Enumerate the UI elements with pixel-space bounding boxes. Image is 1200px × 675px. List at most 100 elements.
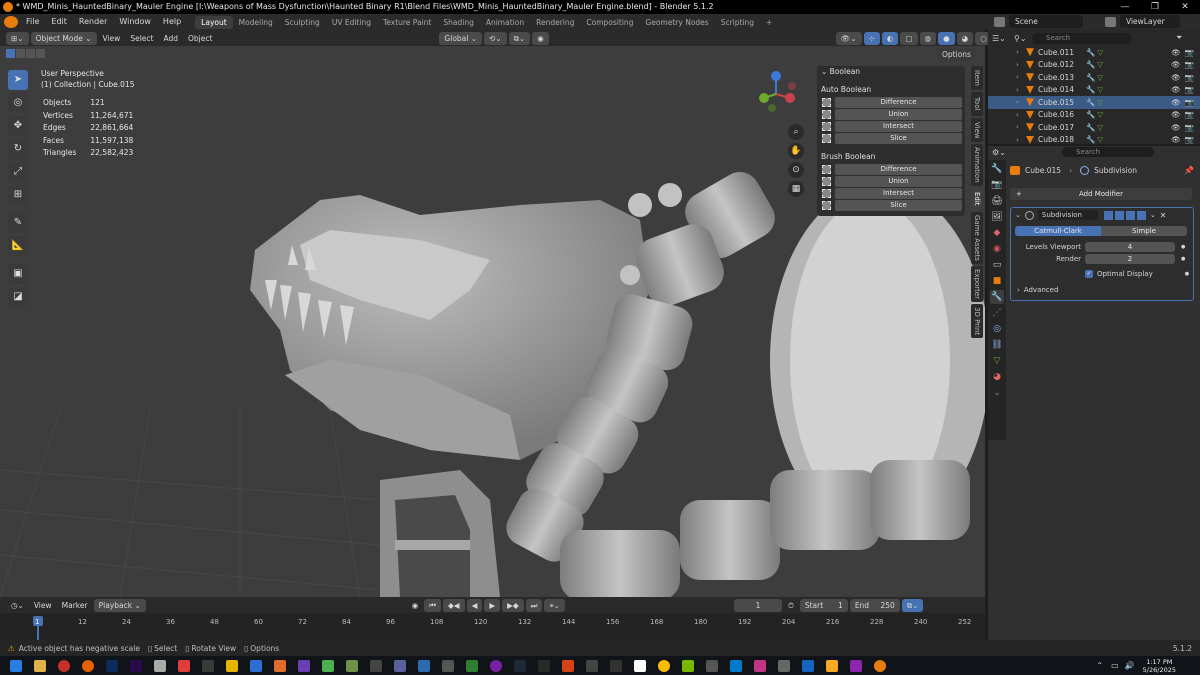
view-layer-tab-icon[interactable]: 🖼 — [990, 210, 1004, 224]
blender-menu-icon[interactable] — [4, 16, 18, 28]
app-icon[interactable] — [154, 659, 166, 672]
funnel-icon[interactable]: ⏷ — [1176, 33, 1182, 43]
camera-icon[interactable]: 📷 — [1185, 123, 1194, 132]
pan-hand-icon[interactable]: ✋ — [788, 143, 804, 159]
editor-type-icon[interactable]: ◷⌄ — [6, 599, 29, 612]
tab-compositing[interactable]: Compositing — [580, 16, 639, 29]
menu-object[interactable]: Object — [183, 32, 217, 45]
cursor-tool-icon[interactable]: ◎ — [8, 93, 28, 113]
premiere-icon[interactable] — [130, 659, 142, 672]
chevron-right-icon[interactable]: › — [1016, 86, 1026, 94]
app-icon[interactable] — [706, 659, 718, 672]
view-layer-selector[interactable]: ViewLayer — [1120, 15, 1180, 28]
boolean-tool-icon[interactable]: ◪ — [8, 287, 28, 307]
app-icon[interactable] — [442, 659, 454, 672]
menu-view[interactable]: View — [98, 32, 126, 45]
playback-dropdown[interactable]: Playback ⌄ — [93, 598, 146, 612]
nvidia-icon[interactable] — [682, 659, 694, 672]
scene-tab-icon[interactable]: ◆ — [990, 226, 1004, 240]
properties-search-input[interactable]: Search — [1062, 147, 1154, 157]
xray-icon[interactable]: ▢ — [900, 31, 918, 45]
more-tabs-icon[interactable]: ⌄ — [990, 386, 1004, 400]
blender-taskbar-icon[interactable] — [874, 659, 886, 672]
tab-layout[interactable]: Layout — [195, 16, 233, 29]
brush-intersect-button[interactable]: Intersect — [822, 188, 962, 199]
tab-texture-paint[interactable]: Texture Paint — [377, 16, 437, 29]
record-icon[interactable]: ◉ — [407, 599, 424, 612]
auto-slice-button[interactable]: Slice — [822, 133, 962, 144]
scene-selector[interactable]: Scene — [1009, 15, 1083, 28]
maximize-button[interactable]: ❐ — [1140, 0, 1170, 14]
visibility-icon[interactable]: 👁⌄ — [835, 31, 862, 45]
rotate-tool-icon[interactable]: ↻ — [8, 139, 28, 159]
network-icon[interactable]: ▭ — [1111, 661, 1119, 670]
app-icon[interactable] — [538, 659, 550, 672]
app-icon[interactable] — [202, 659, 214, 672]
keyframe-dot-icon[interactable]: ● — [1181, 244, 1185, 250]
menu-file[interactable]: File — [20, 14, 45, 30]
chevron-right-icon[interactable]: › — [1016, 48, 1026, 56]
select-tool-icon[interactable]: ➤ — [8, 70, 28, 90]
start-frame-field[interactable]: Start 1 — [799, 598, 848, 612]
tab-animation[interactable]: Animation — [480, 16, 530, 29]
eye-icon[interactable]: 👁 — [1171, 73, 1181, 82]
tab-3d-print[interactable]: 3D Print — [971, 304, 983, 338]
catmull-clark-button[interactable]: Catmull-Clark — [1015, 226, 1101, 236]
app-icon[interactable] — [418, 659, 430, 672]
tray-arrow-icon[interactable]: ⌃ — [1096, 661, 1103, 670]
particles-tab-icon[interactable]: ⋰ — [990, 306, 1004, 320]
auto-difference-button[interactable]: Difference — [822, 97, 962, 108]
menu-add[interactable]: Add — [158, 32, 183, 45]
menu-select[interactable]: Select — [125, 32, 158, 45]
clock[interactable]: 1:17 PM 5/26/2025 — [1143, 658, 1176, 674]
app-icon[interactable] — [826, 659, 838, 672]
outliner-row[interactable]: › Cube.017 🔧 ▽ 👁 📷 — [988, 121, 1200, 134]
app-icon[interactable] — [754, 659, 766, 672]
play-icon[interactable]: ▶ — [484, 598, 501, 612]
render-levels-field[interactable]: 2 — [1085, 254, 1175, 264]
menu-edit[interactable]: Edit — [45, 14, 73, 30]
jump-end-icon[interactable]: ⏭ — [525, 598, 543, 612]
app-icon[interactable] — [394, 659, 406, 672]
render-tab-icon[interactable]: 📷 — [990, 178, 1004, 192]
optimal-display-checkbox[interactable]: ✓ — [1085, 270, 1093, 278]
world-tab-icon[interactable]: ◉ — [990, 242, 1004, 256]
ortho-grid-icon[interactable]: ▦ — [788, 181, 804, 197]
overlay-toggle-icon[interactable]: ◐ — [881, 31, 899, 45]
simple-button[interactable]: Simple — [1101, 226, 1187, 236]
brush-union-button[interactable]: Union — [822, 176, 962, 187]
current-frame-field[interactable]: 1 — [733, 598, 782, 612]
physics-tab-icon[interactable]: ◎ — [990, 322, 1004, 336]
wireframe-shading-icon[interactable]: ◍ — [919, 31, 937, 45]
keyframe-dot-icon[interactable]: ● — [1185, 271, 1189, 277]
keyframe-dot-icon[interactable]: ● — [1181, 256, 1185, 262]
eye-icon[interactable]: 👁 — [1171, 85, 1181, 94]
menu-window[interactable]: Window — [113, 14, 157, 30]
brush-slice-button[interactable]: Slice — [822, 200, 962, 211]
move-tool-icon[interactable]: ✥ — [8, 116, 28, 136]
tab-rendering[interactable]: Rendering — [530, 16, 580, 29]
solid-shading-icon[interactable]: ● — [938, 31, 955, 45]
material-tab-icon[interactable]: ◕ — [990, 370, 1004, 384]
tab-scripting[interactable]: Scripting — [715, 16, 760, 29]
auto-intersect-button[interactable]: Intersect — [822, 121, 962, 132]
material-shading-icon[interactable]: ◕ — [956, 31, 974, 45]
tab-edit[interactable]: Edit — [971, 188, 983, 210]
outliner-row[interactable]: › Cube.011 🔧 ▽ 👁 📷 — [988, 46, 1200, 59]
app-icon[interactable] — [370, 659, 382, 672]
zoom-icon[interactable]: ⌕ — [788, 124, 804, 140]
app-icon[interactable] — [778, 659, 790, 672]
dropdown-icon[interactable]: ⌄ — [1150, 211, 1156, 219]
transform-tool-icon[interactable]: ⊞ — [8, 185, 28, 205]
pivot-point-icon[interactable]: ⟲⌄ — [484, 31, 507, 45]
add-workspace-button[interactable]: + — [760, 16, 778, 29]
app-icon[interactable] — [322, 659, 334, 672]
play-reverse-icon[interactable]: ◀ — [466, 598, 483, 612]
tab-sculpting[interactable]: Sculpting — [279, 16, 326, 29]
camera-icon[interactable]: 📷 — [1185, 135, 1194, 144]
volume-icon[interactable]: 🔊 — [1125, 661, 1135, 670]
camera-icon[interactable]: 📷 — [1185, 85, 1194, 94]
transform-orientation-dropdown[interactable]: Global ⌄ — [439, 31, 483, 45]
vscode-icon[interactable] — [730, 659, 742, 672]
chevron-down-icon[interactable]: ⌄ — [1015, 211, 1021, 219]
